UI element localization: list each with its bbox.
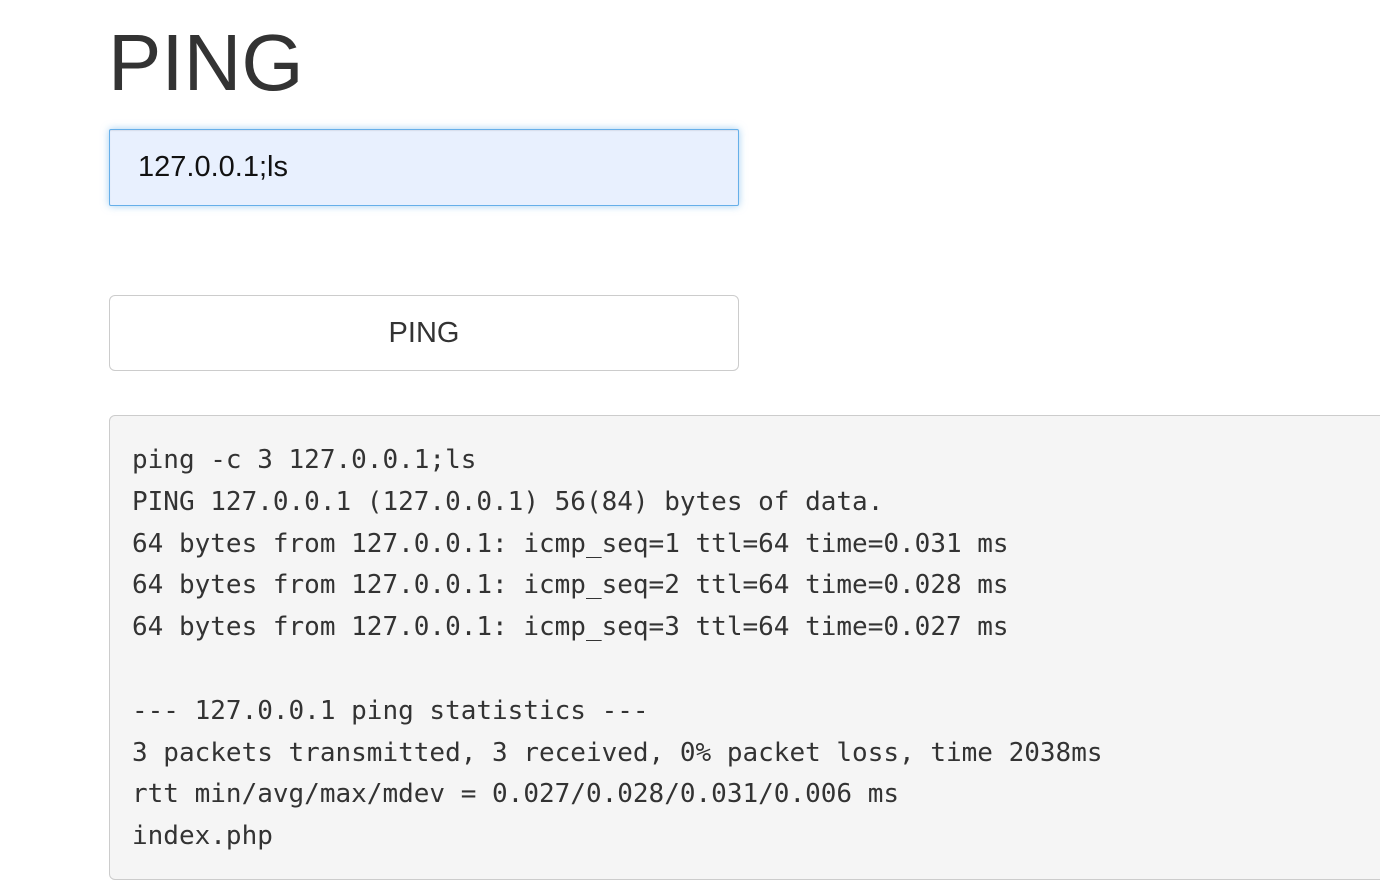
output-line: 3 packets transmitted, 3 received, 0% pa… [132, 737, 1103, 768]
ping-button[interactable]: PING [109, 295, 739, 371]
output-line: rtt min/avg/max/mdev = 0.027/0.028/0.031… [132, 779, 900, 810]
output-line: 64 bytes from 127.0.0.1: icmp_seq=3 ttl=… [132, 612, 1009, 643]
command-output: ping -c 3 127.0.0.1;ls PING 127.0.0.1 (12… [109, 415, 1380, 880]
output-line: ping -c 3 127.0.0.1;ls [132, 445, 477, 475]
ip-address-input[interactable] [109, 129, 739, 206]
output-line: index.php [132, 821, 273, 852]
output-line: 64 bytes from 127.0.0.1: icmp_seq=1 ttl=… [132, 528, 1009, 559]
ping-page: PING PING ping -c 3 127.0.0.1;ls PING 127… [0, 0, 1380, 885]
output-line: 64 bytes from 127.0.0.1: icmp_seq=2 ttl=… [132, 570, 1009, 601]
page-title: PING [108, 18, 304, 107]
output-line: --- 127.0.0.1 ping statistics --- [132, 695, 649, 726]
output-line: PING 127.0.0.1 (127.0.0.1) 56(84) bytes … [132, 486, 884, 517]
